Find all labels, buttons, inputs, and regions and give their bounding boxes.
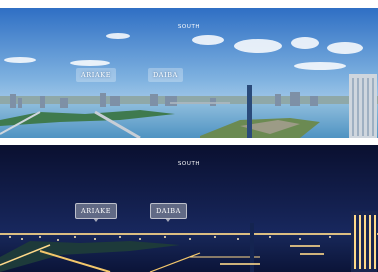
night-panorama: SOUTH ARIAKE DAIBA — [0, 145, 378, 272]
day-panorama: SOUTH ARIAKE DAIBA — [0, 8, 378, 138]
place-label-ariake: ARIAKE — [75, 203, 118, 222]
place-label-ariake: ARIAKE — [76, 68, 117, 82]
place-label-daiba: DAIBA — [148, 68, 183, 82]
direction-label-south: SOUTH — [177, 24, 201, 30]
place-label-daiba: DAIBA — [150, 203, 187, 222]
direction-label-south: SOUTH — [177, 161, 201, 167]
